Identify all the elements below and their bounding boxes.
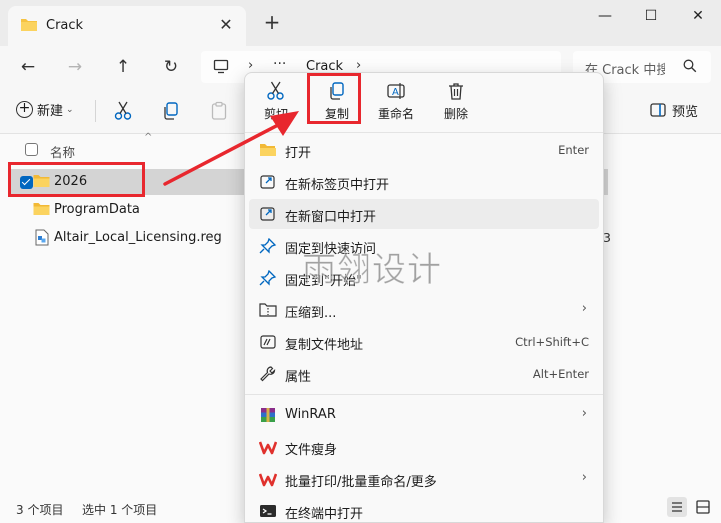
menu-item-compress[interactable]: 压缩到... › [249, 295, 599, 325]
rename-label: 重命名 [377, 107, 414, 121]
cut-action[interactable]: 剪切 [248, 79, 304, 125]
selected-count: 选中 1 个项目 [82, 503, 158, 517]
chevron-right-icon: › [248, 58, 254, 73]
zip-icon [259, 302, 277, 318]
paste-icon[interactable] [210, 101, 228, 124]
new-tab-button[interactable]: + [262, 12, 282, 32]
wrench-icon [259, 366, 277, 382]
menu-divider [245, 132, 603, 133]
menu-item-winrar[interactable]: WinRAR › [249, 400, 599, 430]
back-arrow-icon[interactable]: ← [15, 55, 41, 79]
rename-action[interactable]: A 重命名 [368, 79, 424, 125]
tiles-view-icon[interactable] [693, 497, 713, 517]
folder-icon [20, 17, 38, 35]
preview-button[interactable]: 预览 [650, 102, 698, 121]
winrar-icon [259, 407, 277, 423]
folder-open-icon [259, 142, 277, 158]
annotation-highlight-copy [307, 73, 361, 124]
menu-item-file-slim[interactable]: 文件瘦身 [249, 432, 599, 462]
submenu-arrow-icon: › [581, 470, 587, 485]
details-view-icon[interactable] [667, 497, 687, 517]
pin-icon [259, 237, 277, 254]
scissors-icon[interactable] [114, 101, 132, 124]
pin-start-icon [259, 269, 277, 286]
menu-item-open-new-tab[interactable]: 在新标签页中打开 [249, 167, 599, 197]
menu-label: 文件瘦身 [285, 443, 338, 458]
shortcut-label: Enter [558, 143, 589, 157]
submenu-arrow-icon: › [581, 301, 587, 316]
trash-icon [446, 81, 466, 101]
annotation-highlight-folder [8, 162, 145, 197]
delete-action[interactable]: 删除 [428, 79, 484, 125]
new-label: 新建 [37, 104, 64, 119]
breadcrumb-ellipsis[interactable]: ··· [273, 56, 286, 72]
watermark-text: 雨翎设计 [302, 250, 442, 291]
obscured-column-text: 3 [603, 230, 611, 245]
menu-label: WinRAR [285, 407, 336, 422]
maximize-button[interactable]: ☐ [636, 6, 666, 26]
new-window-icon [259, 206, 277, 222]
menu-item-open[interactable]: 打开 Enter [249, 135, 599, 165]
title-bar: Crack ✕ + — ☐ ✕ [0, 0, 721, 46]
close-window-button[interactable]: ✕ [683, 6, 713, 26]
menu-label: 在新窗口中打开 [285, 210, 377, 225]
menu-label: 复制文件地址 [285, 338, 364, 353]
chevron-right-icon: › [356, 58, 362, 73]
delete-label: 删除 [443, 107, 468, 121]
submenu-arrow-icon: › [581, 406, 587, 421]
sort-arrow-icon: ^ [144, 132, 153, 143]
divider [95, 100, 96, 122]
context-menu: 剪切 复制 A 重命名 删除 打开 Enter 在新标签页中打开 在新窗口中打开… [244, 72, 604, 523]
file-name: Altair_Local_Licensing.reg [54, 230, 222, 245]
select-all-checkbox[interactable] [25, 143, 38, 156]
item-count: 3 个项目 [16, 503, 64, 517]
forward-arrow-icon[interactable]: → [62, 55, 88, 79]
new-button[interactable]: + 新建 ⌄ [16, 100, 74, 122]
rename-icon: A [386, 81, 406, 101]
menu-label: 属性 [285, 370, 312, 385]
registry-file-icon [35, 229, 49, 249]
plus-circle-icon: + [16, 101, 33, 118]
computer-icon [213, 59, 229, 77]
menu-item-copy-path[interactable]: 复制文件地址 Ctrl+Shift+C [249, 327, 599, 357]
minimize-button[interactable]: — [590, 6, 620, 26]
column-name[interactable]: 名称 [50, 142, 75, 161]
chevron-down-icon: ⌄ [66, 104, 74, 115]
tab-crack[interactable]: Crack ✕ [8, 6, 246, 46]
terminal-icon [259, 503, 277, 519]
svg-text:A: A [392, 87, 399, 98]
shortcut-label: Alt+Enter [532, 367, 589, 381]
menu-item-properties[interactable]: 属性 Alt+Enter [249, 359, 599, 389]
copy-path-icon [259, 334, 277, 350]
wps-icon [258, 471, 278, 487]
wps-icon [258, 439, 278, 455]
tab-close-icon[interactable]: ✕ [216, 15, 236, 35]
tab-title: Crack [46, 18, 84, 33]
folder-icon [33, 202, 50, 219]
menu-label: 批量打印/批量重命名/更多 [285, 475, 437, 490]
menu-item-open-new-window[interactable]: 在新窗口中打开 [249, 199, 599, 229]
menu-label: 在新标签页中打开 [285, 178, 390, 193]
up-arrow-icon[interactable]: ↑ [110, 55, 136, 79]
menu-label: 压缩到... [285, 306, 337, 321]
search-icon [683, 59, 697, 76]
cut-label: 剪切 [263, 107, 288, 121]
preview-pane-icon [650, 103, 666, 121]
menu-divider [245, 394, 603, 395]
menu-label: 打开 [285, 146, 312, 161]
menu-item-batch[interactable]: 批量打印/批量重命名/更多 › [249, 464, 599, 494]
copy-icon[interactable] [162, 101, 180, 124]
menu-item-terminal[interactable]: 在终端中打开 [249, 496, 599, 523]
menu-label: 在终端中打开 [285, 507, 364, 522]
shortcut-label: Ctrl+Shift+C [515, 335, 589, 349]
refresh-icon[interactable]: ↻ [158, 55, 184, 79]
preview-label: 预览 [672, 105, 699, 120]
file-name: ProgramData [54, 202, 140, 217]
scissors-icon [266, 81, 286, 101]
new-tab-icon [259, 174, 277, 190]
